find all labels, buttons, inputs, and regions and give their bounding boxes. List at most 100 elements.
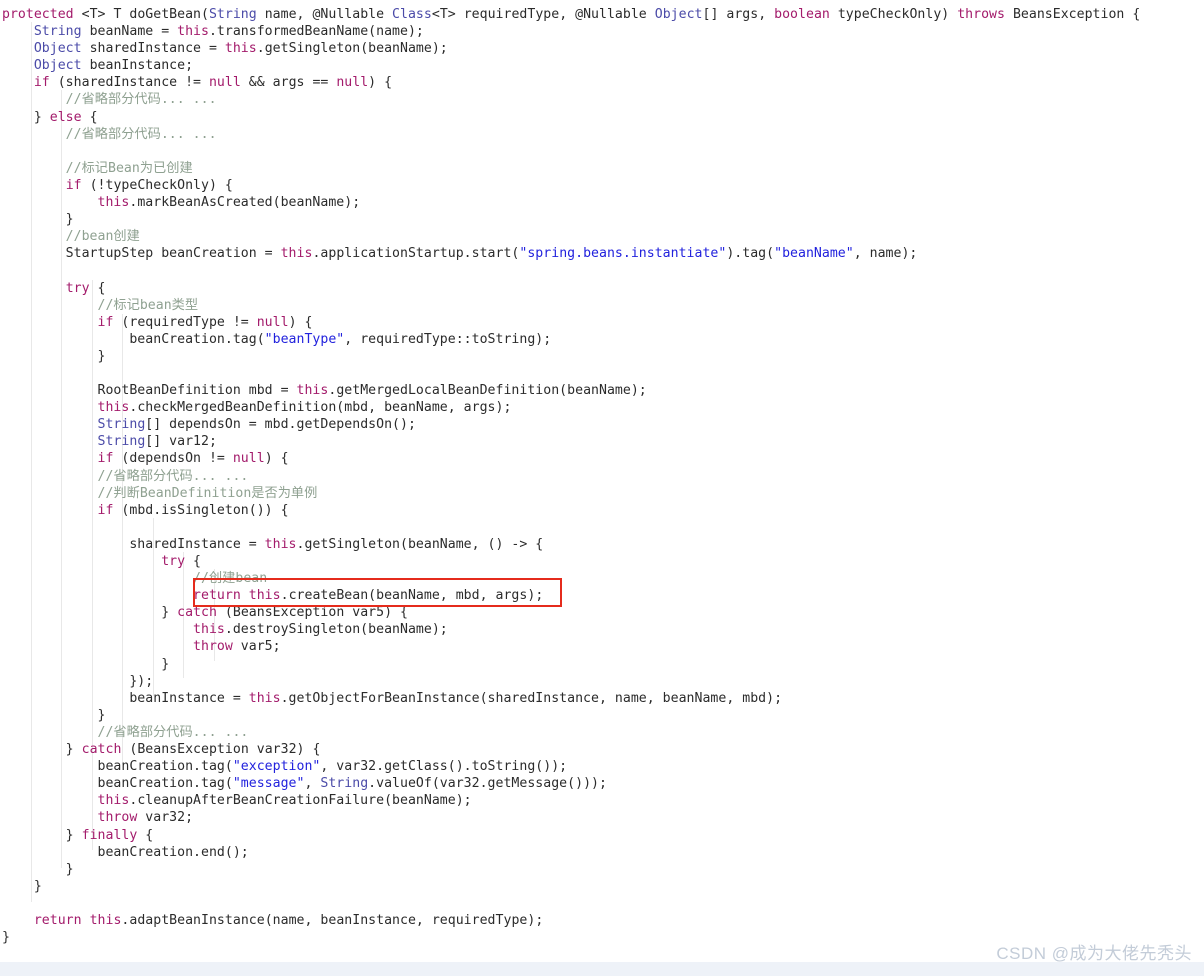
code-line[interactable]: } (0, 211, 1204, 228)
code-token: .destroySingleton(beanName); (224, 622, 448, 638)
code-line[interactable]: } catch (BeansException var32) { (0, 741, 1204, 758)
code-line[interactable]: beanCreation.end(); (0, 844, 1204, 861)
code-token: catch (81, 742, 122, 758)
code-line[interactable]: //省略部分代码... ... (0, 724, 1204, 741)
code-line[interactable]: Object sharedInstance = this.getSingleto… (0, 40, 1204, 57)
code-token: null (208, 75, 241, 91)
code-line[interactable]: return this.adaptBeanInstance(name, bean… (0, 912, 1204, 929)
code-line[interactable]: this.checkMergedBeanDefinition(mbd, bean… (0, 399, 1204, 416)
code-line[interactable]: //判断BeanDefinition是否为单例 (0, 485, 1204, 502)
code-token: } (2, 348, 106, 364)
code-line[interactable]: beanInstance = this.getObjectForBeanInst… (0, 690, 1204, 707)
code-line[interactable]: } (0, 348, 1204, 365)
code-token: throw (97, 810, 138, 826)
code-line[interactable]: if (dependsOn != null) { (0, 450, 1204, 467)
code-token: (mbd.isSingleton()) { (113, 502, 289, 518)
code-line[interactable]: beanCreation.tag("exception", var32.getC… (0, 758, 1204, 775)
code-token: } (2, 878, 42, 894)
code-token: .adaptBeanInstance(name, beanInstance, r… (121, 912, 544, 928)
code-line[interactable]: //bean创建 (0, 228, 1204, 245)
code-line[interactable] (0, 365, 1204, 382)
code-line[interactable]: return this.createBean(beanName, mbd, ar… (0, 587, 1204, 604)
code-token: this (97, 793, 130, 809)
code-token: [] var12; (145, 434, 217, 450)
code-token: "spring.beans.instantiate" (519, 246, 727, 262)
code-line[interactable]: this.markBeanAsCreated(beanName); (0, 194, 1204, 211)
code-line[interactable]: String[] var12; (0, 433, 1204, 450)
code-token: String (33, 24, 82, 40)
code-line[interactable] (0, 262, 1204, 279)
code-token: } (2, 605, 178, 621)
code-token: //省略部分代码... ... (2, 468, 249, 484)
code-token: .applicationStartup.start( (312, 246, 520, 262)
code-token: (sharedInstance != (49, 75, 209, 91)
code-line[interactable]: } (0, 878, 1204, 895)
code-line[interactable]: //省略部分代码... ... (0, 468, 1204, 485)
code-token: if (33, 75, 50, 91)
code-token: } (2, 656, 170, 672)
code-line[interactable]: try { (0, 280, 1204, 297)
code-line[interactable]: }); (0, 673, 1204, 690)
code-line[interactable]: if (!typeCheckOnly) { (0, 177, 1204, 194)
code-line[interactable]: if (mbd.isSingleton()) { (0, 502, 1204, 519)
code-line[interactable]: Object beanInstance; (0, 57, 1204, 74)
code-token: this (296, 383, 329, 399)
code-token: Object (33, 41, 82, 57)
code-line[interactable] (0, 143, 1204, 160)
code-line[interactable]: } (0, 707, 1204, 724)
code-line[interactable]: } finally { (0, 827, 1204, 844)
code-line[interactable] (0, 895, 1204, 912)
code-line[interactable]: StartupStep beanCreation = this.applicat… (0, 245, 1204, 262)
code-line[interactable]: this.destroySingleton(beanName); (0, 621, 1204, 638)
code-line[interactable]: throw var32; (0, 809, 1204, 826)
code-line[interactable]: } (0, 861, 1204, 878)
code-line[interactable]: } else { (0, 109, 1204, 126)
code-token: .checkMergedBeanDefinition(mbd, beanName… (129, 400, 512, 416)
code-line[interactable]: //省略部分代码... ... (0, 126, 1204, 143)
code-editor[interactable]: protected <T> T doGetBean(String name, @… (0, 0, 1204, 976)
code-token: //省略部分代码... ... (2, 126, 217, 142)
code-line[interactable]: //标记Bean为已创建 (0, 160, 1204, 177)
code-token: .getSingleton(beanName, () -> { (296, 536, 544, 552)
code-line[interactable]: sharedInstance = this.getSingleton(beanN… (0, 536, 1204, 553)
code-token: null (256, 314, 289, 330)
code-line[interactable]: String beanName = this.transformedBeanNa… (0, 23, 1204, 40)
code-line[interactable]: String[] dependsOn = mbd.getDependsOn(); (0, 416, 1204, 433)
code-token: (dependsOn != (113, 451, 233, 467)
code-token: "exception" (232, 759, 321, 775)
code-token: , var32.getClass().toString()); (320, 759, 568, 775)
code-token: .transformedBeanName(name); (208, 24, 424, 40)
code-token: .getObjectForBeanInstance(sharedInstance… (280, 690, 783, 706)
code-line[interactable]: protected <T> T doGetBean(String name, @… (0, 6, 1204, 23)
code-token: (!typeCheckOnly) { (81, 177, 233, 193)
code-line[interactable]: beanCreation.tag("beanType", requiredTyp… (0, 331, 1204, 348)
code-line[interactable]: //标记bean类型 (0, 297, 1204, 314)
code-line[interactable]: } catch (BeansException var5) { (0, 604, 1204, 621)
code-line[interactable] (0, 519, 1204, 536)
code-line[interactable]: try { (0, 553, 1204, 570)
code-line[interactable]: beanCreation.tag("message", String.value… (0, 775, 1204, 792)
code-line[interactable]: //省略部分代码... ... (0, 91, 1204, 108)
csdn-watermark: CSDN @成为大佬先秃头 (996, 944, 1192, 963)
code-line[interactable]: throw var5; (0, 638, 1204, 655)
code-line[interactable]: RootBeanDefinition mbd = this.getMergedL… (0, 382, 1204, 399)
code-line[interactable]: } (0, 656, 1204, 673)
code-token: finally (81, 827, 138, 843)
code-token: (requiredType != (113, 314, 257, 330)
code-token: } (2, 827, 82, 843)
code-token: && args == (240, 75, 337, 91)
code-line[interactable]: this.cleanupAfterBeanCreationFailure(bea… (0, 792, 1204, 809)
code-token: null (232, 451, 265, 467)
code-token: ) { (368, 75, 393, 91)
code-line[interactable]: if (sharedInstance != null && args == nu… (0, 74, 1204, 91)
code-line[interactable]: //创建bean (0, 570, 1204, 587)
code-content[interactable]: protected <T> T doGetBean(String name, @… (0, 6, 1204, 946)
code-line[interactable]: if (requiredType != null) { (0, 314, 1204, 331)
